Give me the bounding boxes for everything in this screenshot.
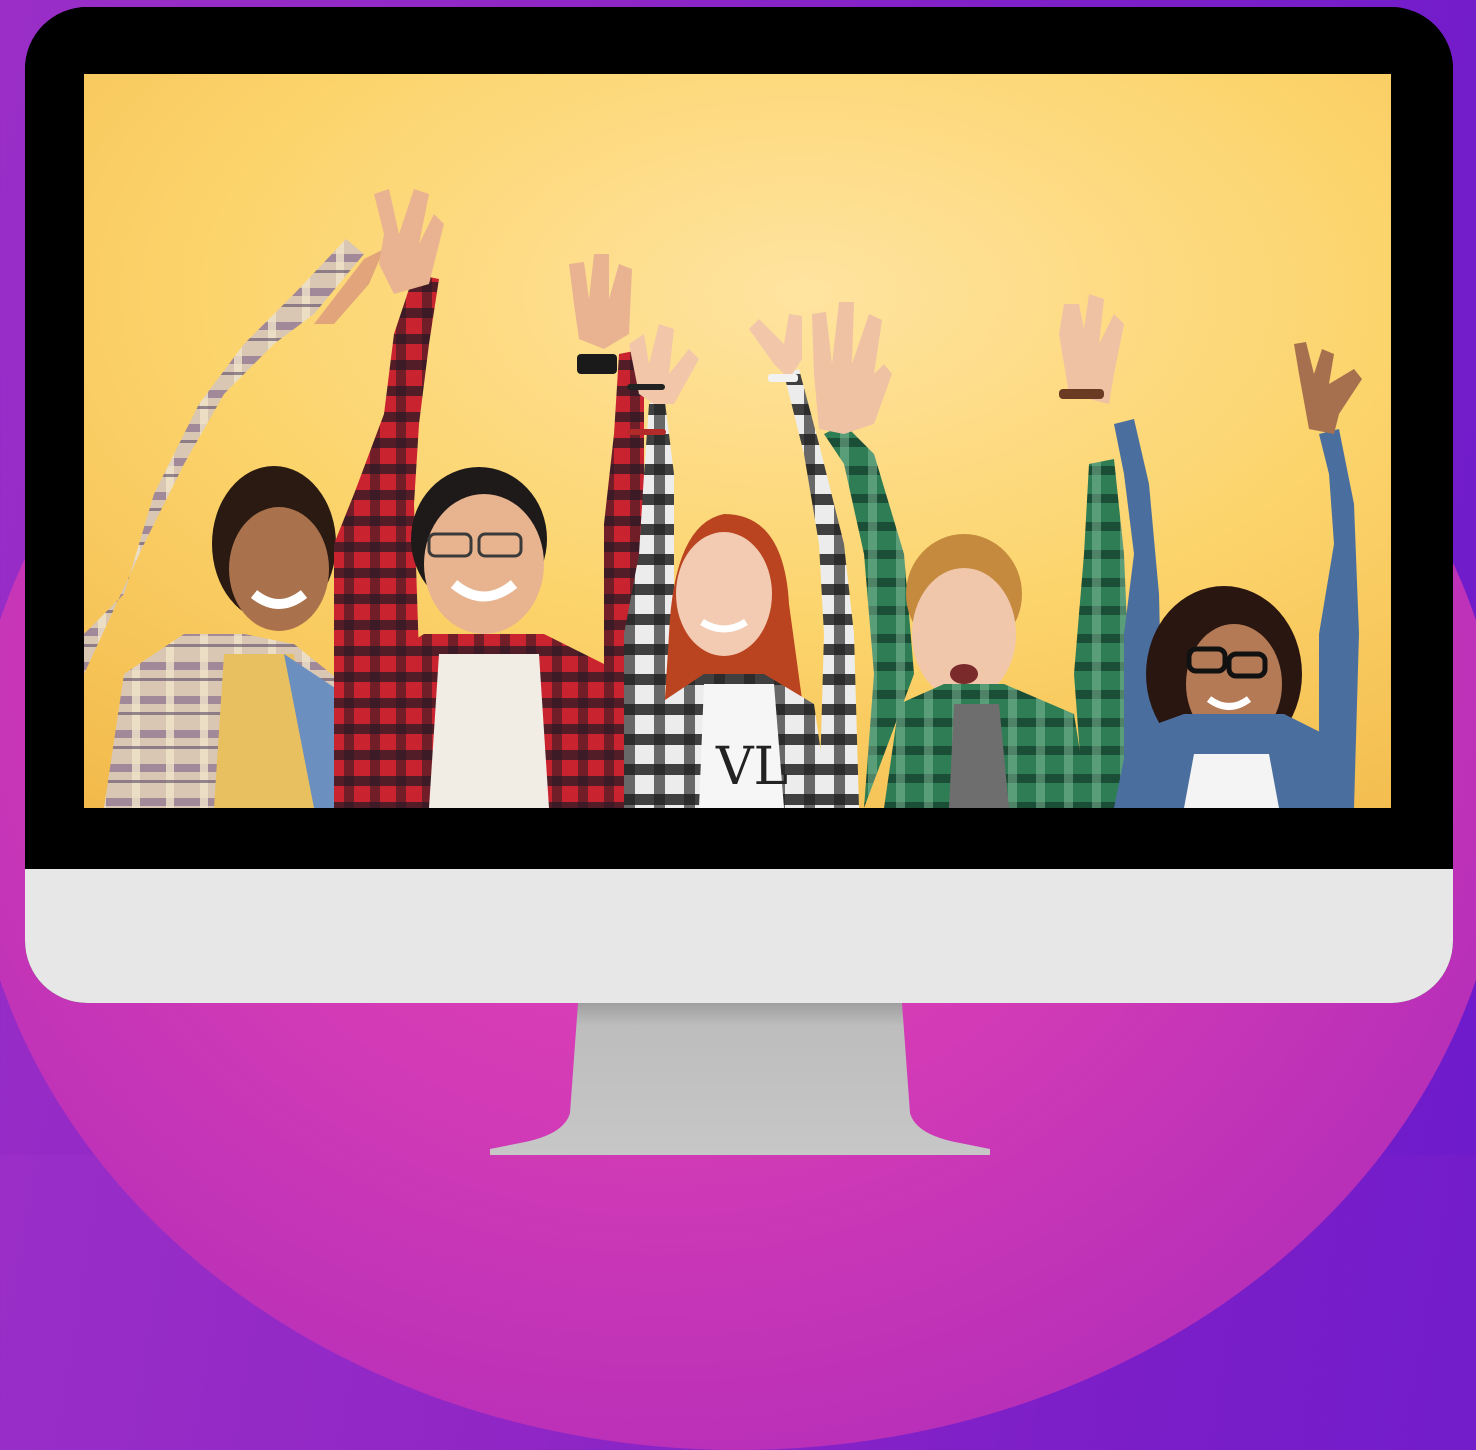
monitor-stand	[490, 1003, 990, 1155]
monitor: VL	[25, 7, 1453, 1003]
monitor-screen: VL	[84, 74, 1391, 808]
monitor-chin	[25, 869, 1453, 1003]
photo-happy-group: VL	[84, 74, 1391, 808]
shirt-print: VL	[715, 737, 788, 797]
